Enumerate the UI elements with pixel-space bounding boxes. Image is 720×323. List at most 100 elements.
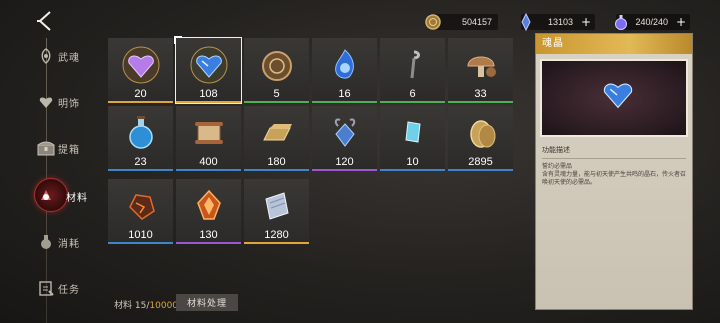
ice-shard-icon xyxy=(405,121,421,143)
blue-potion-icon xyxy=(129,116,153,149)
description-heading: 功能描述 xyxy=(542,146,570,154)
item-quantity: 108 xyxy=(199,88,218,100)
rarity-bar xyxy=(244,242,309,244)
capacity-current: 15 xyxy=(134,301,147,311)
inventory-slot[interactable]: 5 xyxy=(244,38,309,103)
spirit-icon xyxy=(34,44,58,68)
bronze-medallion-icon xyxy=(262,51,292,81)
inventory-slot[interactable]: 10 xyxy=(380,106,445,171)
inventory-slot[interactable]: 1280 xyxy=(244,179,309,244)
item-quantity: 2895 xyxy=(468,156,493,168)
paper-stack-icon xyxy=(265,192,289,220)
inventory-slot[interactable]: 2895 xyxy=(448,106,513,171)
rarity-bar xyxy=(380,169,445,171)
rarity-bar xyxy=(176,242,241,244)
ornament-icon xyxy=(34,90,58,114)
magma-ore-icon xyxy=(129,194,155,220)
sidebar-item-material[interactable]: 材料 xyxy=(34,178,104,212)
item-preview xyxy=(540,59,688,137)
rarity-bar xyxy=(448,169,513,171)
capacity-max: 10000 xyxy=(149,301,179,311)
inventory-slot[interactable]: 23 xyxy=(108,106,173,171)
inventory-slot[interactable]: 120 xyxy=(312,106,377,171)
rarity-bar xyxy=(108,242,173,244)
iron-nail-icon xyxy=(410,50,420,79)
item-description: 誓约必需品 含有灵魂力量，能与初天使产生共鸣的晶石，传火者召唤初天使的必需品。 xyxy=(542,163,687,186)
add-diamond-button[interactable]: + xyxy=(581,15,591,29)
item-quantity: 180 xyxy=(267,156,286,168)
rarity-bar xyxy=(244,101,309,103)
diamond-icon xyxy=(521,13,531,31)
inventory-slot[interactable]: 130 xyxy=(176,179,241,244)
inventory-slot[interactable]: 400 xyxy=(176,106,241,171)
purple-heart-gem-icon xyxy=(122,46,160,84)
gold-ingot-icon xyxy=(263,124,292,141)
rarity-bar xyxy=(312,169,377,171)
soul-crystal-icon xyxy=(190,46,228,84)
inventory-slot[interactable]: 16 xyxy=(312,38,377,103)
item-detail-panel: 魂晶 功能描述 誓约必需品 含有灵魂力量，能与初天使产生共鸣的晶石，传火者召唤初… xyxy=(535,33,693,310)
sidebar-item-label: 任务 xyxy=(58,284,80,296)
back-button[interactable] xyxy=(30,6,60,36)
capacity-label: 材料 xyxy=(114,301,133,311)
blue-flame-soul-icon xyxy=(335,49,354,79)
item-quantity: 1280 xyxy=(264,229,289,241)
gold-value: 504157 xyxy=(461,17,492,27)
item-quantity: 6 xyxy=(409,88,416,100)
energy-potion-icon xyxy=(615,15,627,30)
item-quantity: 33 xyxy=(474,88,487,100)
rarity-bar xyxy=(448,101,513,103)
chest-icon xyxy=(34,136,58,160)
soul-crystal-icon xyxy=(603,83,633,109)
inventory-slot-selected[interactable]: 108 xyxy=(174,36,242,104)
scroll-icon xyxy=(195,122,223,144)
material-icon xyxy=(34,184,58,208)
item-quantity: 1010 xyxy=(128,229,153,241)
item-quantity: 120 xyxy=(335,156,354,168)
energy-currency: 240/240 + xyxy=(615,14,690,30)
rarity-bar xyxy=(108,101,173,103)
item-quantity: 5 xyxy=(273,88,280,100)
rarity-bar xyxy=(176,169,241,171)
rarity-bar xyxy=(244,169,309,171)
inventory-slot[interactable]: 20 xyxy=(108,38,173,103)
inventory-slot[interactable]: 6 xyxy=(380,38,445,103)
sidebar-item-label: 武魂 xyxy=(58,52,80,64)
item-quantity: 16 xyxy=(338,88,351,100)
sidebar-item-label: 明饰 xyxy=(58,98,80,110)
rarity-bar xyxy=(312,101,377,103)
item-detail-title: 魂晶 xyxy=(536,34,692,54)
coin-icon xyxy=(425,14,441,30)
material-process-button[interactable]: 材料处理 xyxy=(176,294,238,311)
sidebar-item-quest[interactable]: 任务 xyxy=(34,276,104,300)
item-quantity: 400 xyxy=(199,156,218,168)
consumable-icon xyxy=(34,230,58,254)
inventory-slot[interactable]: 180 xyxy=(244,106,309,171)
sidebar-item-label: 材料 xyxy=(66,192,88,204)
category-sidebar: 武魂 明饰 提箱 材料 消耗 任务 xyxy=(28,38,98,323)
sidebar-item-spirit[interactable]: 武魂 xyxy=(34,44,104,68)
mushroom-icon xyxy=(467,56,496,77)
chevron-left-icon xyxy=(37,11,51,31)
gold-coins-icon xyxy=(470,120,496,148)
item-quantity: 20 xyxy=(134,88,147,100)
diamond-value: 13103 xyxy=(547,17,573,27)
add-energy-button[interactable]: + xyxy=(676,15,686,29)
rarity-bar xyxy=(380,101,445,103)
fire-crystal-icon xyxy=(197,189,221,220)
inventory-slot[interactable]: 1010 xyxy=(108,179,173,244)
rarity-bar xyxy=(176,101,241,103)
sidebar-item-ornament[interactable]: 明饰 xyxy=(34,90,104,114)
sidebar-item-label: 消耗 xyxy=(58,238,80,250)
rarity-bar xyxy=(108,169,173,171)
sidebar-item-consumable[interactable]: 消耗 xyxy=(34,230,104,254)
gold-currency: 504157 xyxy=(425,14,498,30)
inventory-slot[interactable]: 33 xyxy=(448,38,513,103)
sidebar-item-chest[interactable]: 提箱 xyxy=(34,136,104,160)
item-quantity: 10 xyxy=(406,156,419,168)
energy-value: 240/240 xyxy=(635,17,668,27)
tentacle-crystal-icon xyxy=(334,118,356,147)
item-quantity: 130 xyxy=(199,229,218,241)
item-quantity: 23 xyxy=(134,156,147,168)
divider xyxy=(542,158,686,159)
